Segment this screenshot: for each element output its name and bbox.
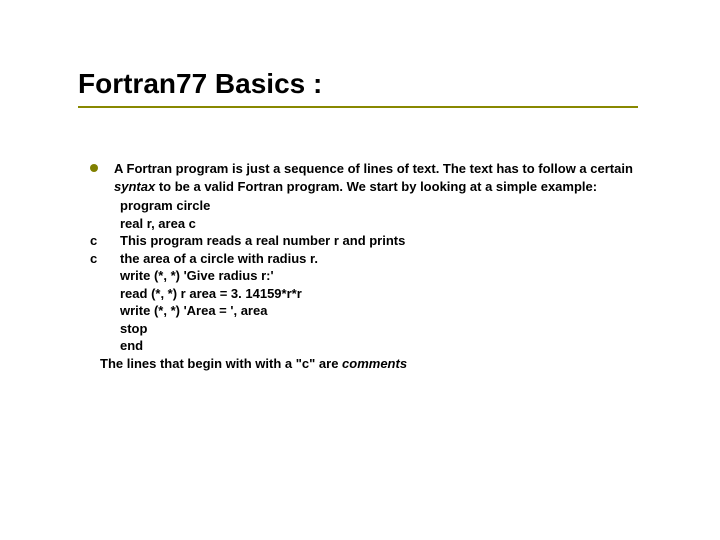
code-line: program circle — [120, 197, 638, 215]
title-underline — [78, 106, 638, 108]
code-line: write (*, *) 'Give radius r:' — [120, 267, 638, 285]
comment-line: c the area of a circle with radius r. — [90, 250, 638, 268]
bullet-icon — [90, 164, 98, 172]
intro-post: to be a valid Fortran program. We start … — [155, 179, 597, 194]
comment-text: This program reads a real number r and p… — [120, 232, 405, 250]
closing-em: comments — [342, 356, 407, 371]
intro-syntax: syntax — [114, 179, 155, 194]
closing-text: The lines that begin with with a "c" are… — [100, 355, 638, 373]
comment-marker: c — [90, 232, 102, 250]
comment-marker: c — [90, 250, 102, 268]
slide-body: A Fortran program is just a sequence of … — [90, 160, 638, 373]
code-line: stop — [120, 320, 638, 338]
code-line: end — [120, 337, 638, 355]
comment-line: c This program reads a real number r and… — [90, 232, 638, 250]
intro-text: A Fortran program is just a sequence of … — [114, 160, 638, 195]
intro-pre: A Fortran program is just a sequence of … — [114, 161, 633, 176]
bullet-item: A Fortran program is just a sequence of … — [90, 160, 638, 195]
comment-text: the area of a circle with radius r. — [120, 250, 318, 268]
code-line: read (*, *) r area = 3. 14159*r*r — [120, 285, 638, 303]
closing-pre: The lines that begin with with a "c" are — [100, 356, 342, 371]
code-line: real r, area c — [120, 215, 638, 233]
slide-title: Fortran77 Basics : — [78, 68, 322, 100]
code-line: write (*, *) 'Area = ', area — [120, 302, 638, 320]
